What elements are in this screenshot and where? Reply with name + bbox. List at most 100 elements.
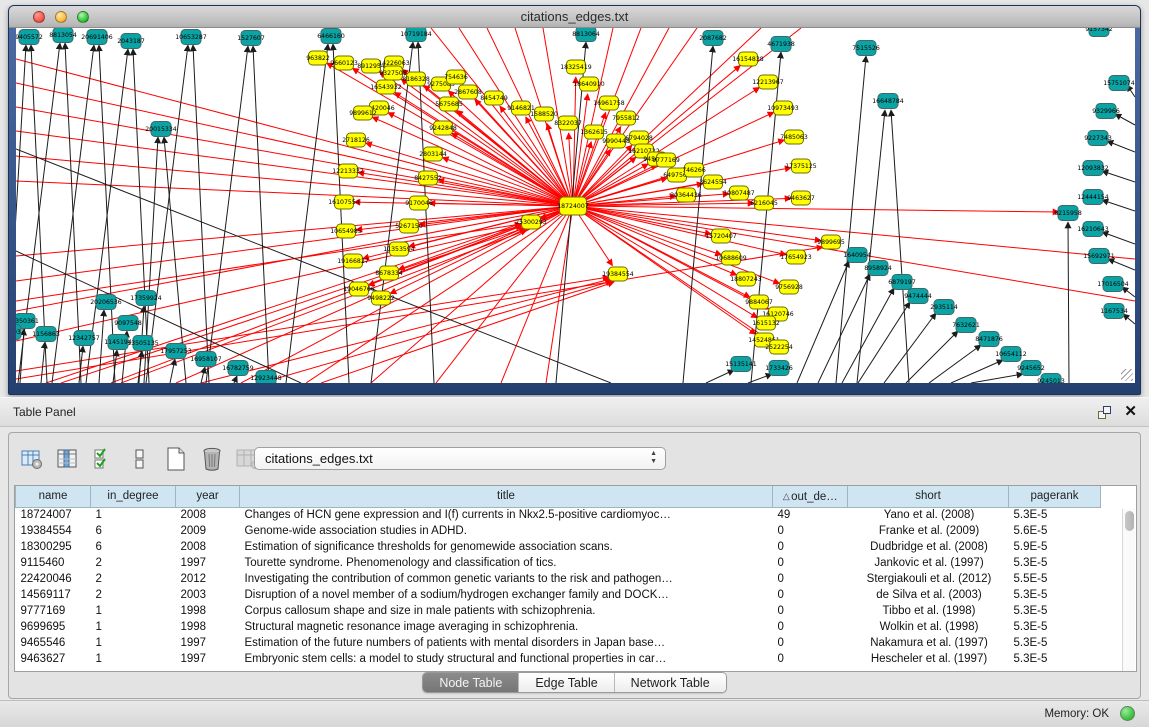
table-cell[interactable]: 5.3E-5: [1009, 555, 1101, 571]
table-cell[interactable]: 1997: [176, 555, 240, 571]
column-header-name[interactable]: name: [16, 486, 91, 507]
table-cell[interactable]: 6: [91, 523, 176, 539]
network-view[interactable]: 9405572881305420691406204318710653287152…: [16, 28, 1135, 383]
table-cell[interactable]: 1: [91, 619, 176, 635]
row-height-icon[interactable]: [127, 446, 153, 472]
table-cell[interactable]: Investigating the contribution of common…: [240, 571, 773, 587]
table-cell[interactable]: 9463627: [16, 651, 91, 667]
table-cell[interactable]: 5.9E-5: [1009, 539, 1101, 555]
table-cell[interactable]: 0: [773, 523, 848, 539]
table-cell[interactable]: Franke et al. (2009): [848, 523, 1009, 539]
table-cell[interactable]: Estimation of significance thresholds fo…: [240, 539, 773, 555]
table-cell[interactable]: Estimation of the future numbers of pati…: [240, 635, 773, 651]
table-cell[interactable]: Structural magnetic resonance image aver…: [240, 619, 773, 635]
table-cell[interactable]: Disruption of a novel member of a sodium…: [240, 587, 773, 603]
table-cell[interactable]: Genome-wide association studies in ADHD.: [240, 523, 773, 539]
table-cell[interactable]: 2012: [176, 571, 240, 587]
table-cell[interactable]: 5.3E-5: [1009, 603, 1101, 619]
table-cell[interactable]: 2008: [176, 539, 240, 555]
select-rows-icon[interactable]: [91, 446, 117, 472]
table-cell[interactable]: 2: [91, 555, 176, 571]
table-cell[interactable]: 5.3E-5: [1009, 619, 1101, 635]
table-cell[interactable]: 1: [91, 507, 176, 523]
table-row[interactable]: 911546021997Tourette syndrome. Phenomeno…: [16, 555, 1101, 571]
table-cell[interactable]: de Silva et al. (2003): [848, 587, 1009, 603]
table-row[interactable]: 1872400712008Changes of HCN gene express…: [16, 507, 1101, 523]
show-column-icon[interactable]: [55, 446, 81, 472]
table-cell[interactable]: 2008: [176, 507, 240, 523]
table-cell[interactable]: 18300295: [16, 539, 91, 555]
table-cell[interactable]: 9699695: [16, 619, 91, 635]
vertical-scrollbar[interactable]: [1122, 509, 1135, 671]
table-cell[interactable]: 2: [91, 571, 176, 587]
table-cell[interactable]: 1997: [176, 651, 240, 667]
table-cell[interactable]: 0: [773, 555, 848, 571]
table-cell[interactable]: 0: [773, 603, 848, 619]
column-header-in_degree[interactable]: in_degree: [91, 486, 176, 507]
tab-edge-table[interactable]: Edge Table: [518, 673, 613, 692]
table-cell[interactable]: 0: [773, 539, 848, 555]
table-cell[interactable]: 5.3E-5: [1009, 635, 1101, 651]
table-cell[interactable]: 0: [773, 635, 848, 651]
table-mode-icon[interactable]: [19, 446, 45, 472]
column-header-title[interactable]: title: [240, 486, 773, 507]
table-cell[interactable]: Corpus callosum shape and size in male p…: [240, 603, 773, 619]
close-panel-icon[interactable]: ✕: [1124, 402, 1137, 420]
table-cell[interactable]: Nakamura et al. (1997): [848, 635, 1009, 651]
table-cell[interactable]: 49: [773, 507, 848, 523]
tab-network-table[interactable]: Network Table: [614, 673, 726, 692]
table-cell[interactable]: 2: [91, 587, 176, 603]
table-cell[interactable]: 0: [773, 571, 848, 587]
table-cell[interactable]: 1998: [176, 619, 240, 635]
column-header-short[interactable]: short: [848, 486, 1009, 507]
memory-ok-icon[interactable]: [1120, 706, 1135, 721]
table-cell[interactable]: 9465546: [16, 635, 91, 651]
table-cell[interactable]: 0: [773, 651, 848, 667]
table-cell[interactable]: 2009: [176, 523, 240, 539]
table-cell[interactable]: 5.3E-5: [1009, 651, 1101, 667]
table-row[interactable]: 2242004622012Investigating the contribut…: [16, 571, 1101, 587]
column-header-pagerank[interactable]: pagerank: [1009, 486, 1101, 507]
table-cell[interactable]: 1: [91, 635, 176, 651]
table-row[interactable]: 1830029562008Estimation of significance …: [16, 539, 1101, 555]
table-cell[interactable]: 1: [91, 651, 176, 667]
table-cell[interactable]: Embryonic stem cells: a model to study s…: [240, 651, 773, 667]
window-titlebar[interactable]: citations_edges.txt: [9, 6, 1140, 28]
table-cell[interactable]: 1997: [176, 635, 240, 651]
network-graph[interactable]: 9405572881305420691406204318710653287152…: [16, 28, 1135, 383]
table-cell[interactable]: 1: [91, 603, 176, 619]
column-header-out_de[interactable]: △ out_de…: [773, 486, 848, 507]
table-cell[interactable]: 5.6E-5: [1009, 523, 1101, 539]
table-row[interactable]: 977716911998Corpus callosum shape and si…: [16, 603, 1101, 619]
table-cell[interactable]: 22420046: [16, 571, 91, 587]
table-cell[interactable]: 6: [91, 539, 176, 555]
table-cell[interactable]: 5.5E-5: [1009, 571, 1101, 587]
table-cell[interactable]: 0: [773, 587, 848, 603]
table-cell[interactable]: Changes of HCN gene expression and I(f) …: [240, 507, 773, 523]
table-row[interactable]: 1456911722003Disruption of a novel membe…: [16, 587, 1101, 603]
table-cell[interactable]: 5.3E-5: [1009, 507, 1101, 523]
table-row[interactable]: 946554611997Estimation of the future num…: [16, 635, 1101, 651]
table-cell[interactable]: Tourette syndrome. Phenomenology and cla…: [240, 555, 773, 571]
column-header-year[interactable]: year: [176, 486, 240, 507]
table-cell[interactable]: 1998: [176, 603, 240, 619]
scrollbar-thumb[interactable]: [1125, 511, 1134, 531]
table-cell[interactable]: 2003: [176, 587, 240, 603]
table-cell[interactable]: 9777169: [16, 603, 91, 619]
float-window-icon[interactable]: [1098, 406, 1111, 419]
table-cell[interactable]: Tibbo et al. (1998): [848, 603, 1009, 619]
table-cell[interactable]: Dudbridge et al. (2008): [848, 539, 1009, 555]
delete-table-icon[interactable]: [199, 446, 225, 472]
table-selector-dropdown[interactable]: citations_edges.txt ▲▼: [254, 447, 666, 470]
table-cell[interactable]: Yano et al. (2008): [848, 507, 1009, 523]
table-cell[interactable]: 14569117: [16, 587, 91, 603]
table-row[interactable]: 1938455462009Genome-wide association stu…: [16, 523, 1101, 539]
table-cell[interactable]: 19384554: [16, 523, 91, 539]
tab-node-table[interactable]: Node Table: [423, 673, 518, 692]
table-cell[interactable]: Stergiakouli et al. (2012): [848, 571, 1009, 587]
table-row[interactable]: 969969511998Structural magnetic resonanc…: [16, 619, 1101, 635]
table-cell[interactable]: Hescheler et al. (1997): [848, 651, 1009, 667]
table-cell[interactable]: 5.3E-5: [1009, 587, 1101, 603]
table-cell[interactable]: 9115460: [16, 555, 91, 571]
resize-grip-icon[interactable]: [1121, 369, 1133, 381]
